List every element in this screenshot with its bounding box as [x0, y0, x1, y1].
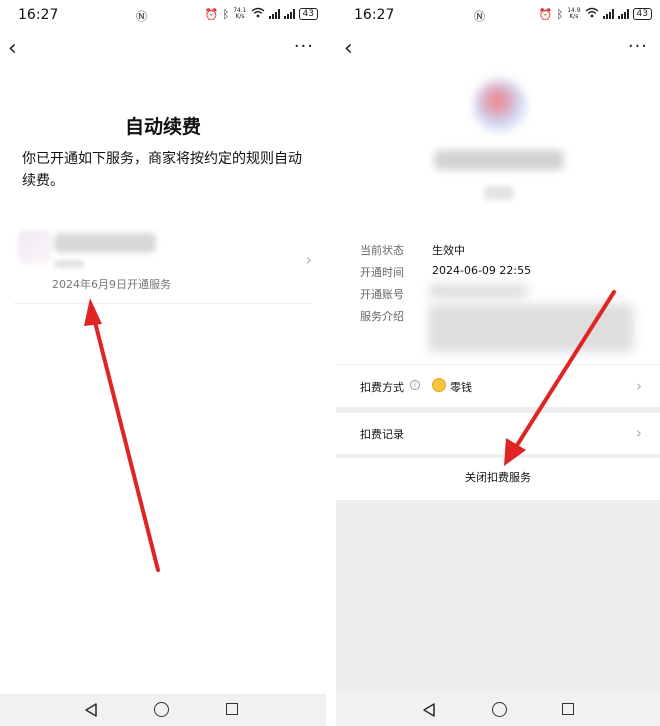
auto-renewal-list-screen: 16:27 Ⓝ ⏰ ᛒ 74.1 K/s 43 ‹ ··· 自动续费 你已开通如下… — [0, 0, 326, 726]
nfc-icon: Ⓝ — [474, 10, 485, 23]
network-speed: 74.1 K/s — [233, 7, 247, 20]
status-time: 16:27 — [354, 7, 395, 23]
service-detail-redacted — [54, 260, 84, 268]
more-icon[interactable]: ··· — [294, 36, 314, 57]
open-time-value: 2024-06-09 22:55 — [432, 264, 532, 277]
service-open-date: 2024年6月9日开通服务 — [52, 278, 171, 291]
top-bar: ‹ ··· — [336, 34, 660, 66]
merchant-detail-redacted — [484, 186, 514, 200]
nav-home-icon[interactable] — [154, 702, 169, 717]
status-icons: ⏰ ᛒ 14.9 K/s 43 — [539, 7, 652, 21]
service-intro-label: 服务介绍 — [360, 310, 404, 323]
network-speed: 14.9 K/s — [567, 7, 581, 20]
signal-icon — [268, 9, 280, 19]
back-icon[interactable]: ‹ — [8, 38, 17, 60]
battery-indicator: 43 — [298, 8, 318, 20]
alarm-icon: ⏰ — [538, 7, 553, 21]
deduction-records-row[interactable]: 扣费记录 › — [336, 412, 660, 456]
signal-icon — [617, 9, 629, 19]
account-value-redacted — [428, 284, 528, 298]
nav-recents-icon[interactable] — [226, 703, 238, 715]
nav-back-icon[interactable] — [84, 702, 98, 718]
status-bar: 16:27 Ⓝ ⏰ ᛒ 74.1 K/s 43 — [0, 0, 326, 30]
service-logo-redacted — [18, 230, 52, 264]
status-label: 当前状态 — [360, 244, 404, 257]
chevron-right-icon: › — [636, 377, 642, 395]
open-account-label: 开通账号 — [360, 288, 404, 301]
more-icon[interactable]: ··· — [628, 36, 648, 57]
alarm-icon: ⏰ — [204, 7, 219, 21]
chevron-right-icon: › — [636, 424, 642, 442]
screen-divider — [326, 0, 336, 726]
auto-renewal-detail-screen: 16:27 Ⓝ ⏰ ᛒ 14.9 K/s 43 ‹ ··· 当前状态 生效中 开通… — [336, 0, 660, 726]
payment-method-value: 零钱 — [450, 381, 472, 394]
payment-method-row[interactable]: 扣费方式 i 零钱 › — [336, 364, 660, 408]
status-value: 生效中 — [432, 244, 465, 257]
bluetooth-icon: ᛒ — [556, 7, 564, 21]
service-name-redacted — [54, 233, 156, 253]
service-intro-redacted — [428, 304, 634, 352]
nav-home-icon[interactable] — [492, 702, 507, 717]
back-icon[interactable]: ‹ — [344, 38, 353, 60]
navigation-bar — [336, 694, 660, 726]
top-bar: ‹ ··· — [0, 34, 326, 66]
close-deduction-service-button[interactable]: 关闭扣费服务 — [336, 458, 660, 498]
coin-icon — [432, 378, 446, 392]
service-item[interactable]: 2024年6月9日开通服务 › — [14, 222, 312, 304]
empty-background-area — [336, 500, 660, 694]
status-icons: ⏰ ᛒ 74.1 K/s 43 — [205, 7, 318, 21]
signal-icon — [602, 9, 614, 19]
navigation-bar — [0, 694, 326, 726]
bluetooth-icon: ᛒ — [222, 7, 230, 21]
page-subtitle: 你已开通如下服务，商家将按约定的规则自动续费。 — [22, 151, 302, 189]
payment-method-label: 扣费方式 — [360, 381, 404, 394]
status-time: 16:27 — [18, 7, 59, 23]
wifi-icon — [585, 7, 599, 21]
merchant-name-redacted — [434, 150, 564, 170]
nav-back-icon[interactable] — [422, 702, 436, 718]
nav-recents-icon[interactable] — [562, 703, 574, 715]
signal-icon — [283, 9, 295, 19]
side-by-side-screenshots: 16:27 Ⓝ ⏰ ᛒ 74.1 K/s 43 ‹ ··· 自动续费 你已开通如下… — [0, 0, 660, 726]
nfc-icon: Ⓝ — [136, 10, 147, 23]
info-icon[interactable]: i — [410, 380, 420, 390]
page-title: 自动续费 — [124, 116, 201, 138]
status-bar: 16:27 Ⓝ ⏰ ᛒ 14.9 K/s 43 — [336, 0, 660, 30]
deduction-records-label: 扣费记录 — [360, 428, 404, 441]
wifi-icon — [251, 7, 265, 21]
chevron-right-icon: › — [305, 250, 312, 269]
merchant-logo-redacted — [474, 80, 526, 132]
open-time-label: 开通时间 — [360, 266, 404, 279]
battery-indicator: 43 — [632, 8, 652, 20]
